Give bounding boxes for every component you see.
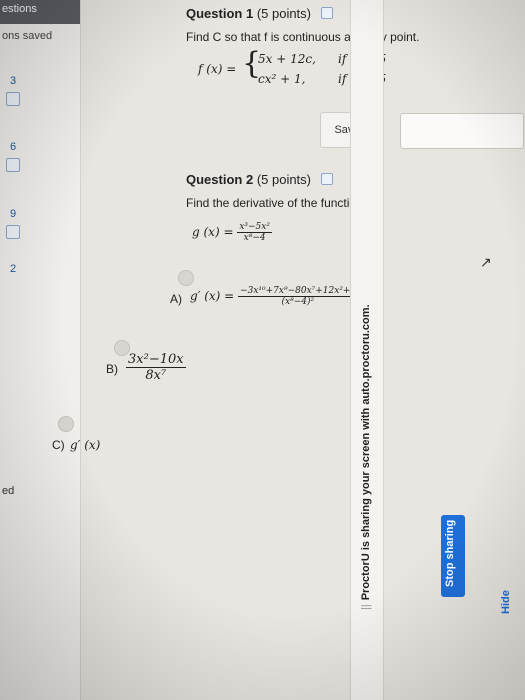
option-c-radio[interactable] — [58, 416, 74, 432]
sidebar-item-2[interactable]: 2 — [2, 260, 24, 278]
screen-sharing-message: || ProctorU is sharing your screen with a… — [360, 50, 376, 610]
flag-icon[interactable] — [320, 7, 333, 19]
question-2-title: Question 2 (5 points) — [186, 172, 333, 187]
fraction-denominator: x⁸−4 — [243, 233, 266, 243]
flag-icon[interactable] — [6, 92, 20, 106]
sidebar-item-6[interactable]: 6 — [2, 138, 24, 156]
question-1-title: Question 1 (5 points) — [186, 6, 333, 21]
case-2-expression: cx² + 1, — [258, 72, 306, 86]
flag-icon[interactable] — [6, 158, 20, 172]
function-fraction: x³−5x² x⁸−4 — [237, 222, 272, 243]
stop-sharing-button[interactable]: Stop sharing — [441, 515, 465, 597]
option-b-label: B) — [106, 362, 118, 376]
answer-input[interactable] — [400, 113, 524, 149]
question-sidebar: estions ons saved 3 6 9 2 ed — [0, 0, 81, 700]
option-b-fraction: 3x²−10x 8x⁷ — [126, 352, 186, 383]
fraction-denominator: (x⁸−4)² — [281, 297, 315, 307]
option-a-radio[interactable] — [178, 270, 194, 286]
stop-sharing-label: Stop sharing — [444, 519, 456, 587]
fraction-numerator: −3x¹⁰+7x⁹−80x⁷+12x²+x — [238, 286, 358, 297]
sharing-text: ProctorU is sharing your screen with aut… — [360, 304, 372, 601]
option-a-lhs: g′ (x) = — [190, 289, 235, 303]
option-a-expression: g′ (x) = −3x¹⁰+7x⁹−80x⁷+12x²+x (x⁸−4)² — [190, 286, 358, 307]
sidebar-item-9[interactable]: 9 — [2, 205, 24, 223]
sidebar-ended-label: ed — [2, 485, 15, 497]
option-c-lhs: g′ (x) — [70, 438, 101, 452]
option-a-fraction: −3x¹⁰+7x⁹−80x⁷+12x²+x (x⁸−4)² — [238, 286, 358, 307]
function-lhs: g (x) = — [192, 225, 234, 239]
case-1-expression: 5x + 12c, — [258, 52, 316, 66]
mouse-cursor-icon: ↗ — [480, 254, 492, 270]
sidebar-header: estions — [0, 0, 80, 24]
option-a-label: A) — [170, 292, 182, 306]
hide-button[interactable]: Hide — [497, 580, 519, 620]
question-title-text: Question 2 — [186, 172, 254, 187]
fraction-numerator: 3x²−10x — [126, 352, 186, 368]
fraction-numerator: x³−5x² — [237, 222, 272, 233]
hide-label: Hide — [500, 590, 512, 614]
questions-saved-label: ons saved — [2, 30, 53, 42]
fraction-denominator: 8x⁷ — [145, 368, 167, 383]
flag-icon[interactable] — [6, 225, 20, 239]
drag-handle-icon[interactable]: || — [360, 604, 372, 610]
flag-icon[interactable] — [320, 173, 333, 185]
sidebar-item-3[interactable]: 3 — [2, 72, 24, 90]
question-points: (5 points) — [256, 172, 312, 187]
question-2-prompt: Find the derivative of the function. — [186, 196, 367, 210]
question-1-prompt: Find C so that f is continuous at every … — [186, 30, 420, 44]
option-c-label: C) — [52, 438, 65, 452]
option-b-expression: 3x²−10x 8x⁷ — [126, 352, 186, 383]
question-points: (5 points) — [256, 6, 312, 21]
function-lhs: f (x) = — [198, 62, 237, 76]
question-title-text: Question 1 — [186, 6, 254, 21]
function-definition: g (x) = x³−5x² x⁸−4 — [192, 222, 272, 243]
